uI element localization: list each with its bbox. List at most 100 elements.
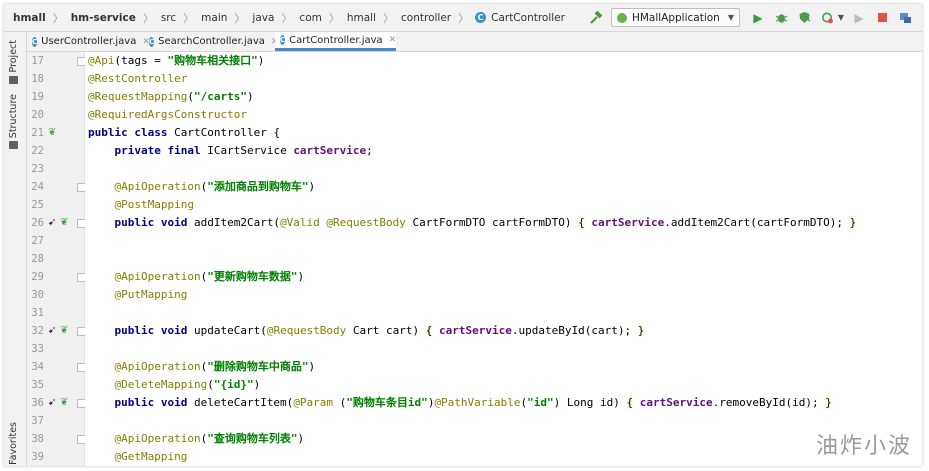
- code-text: ) Long id): [553, 396, 627, 409]
- run-configuration-select[interactable]: HMallApplication ▼: [610, 8, 740, 27]
- left-tool-strip: Project Structure Favorites ★: [4, 32, 27, 466]
- class-icon: C: [280, 35, 286, 45]
- line-number: 20: [31, 109, 44, 121]
- project-tool-label: Project: [8, 40, 19, 73]
- coverage-icon[interactable]: [795, 9, 813, 27]
- brace: }: [849, 216, 857, 229]
- code-line: @PostMapping: [88, 198, 194, 211]
- annotation: @Valid @RequestBody: [280, 216, 406, 229]
- code-text: deleteCartItem(: [187, 396, 294, 409]
- spring-bean-icon[interactable]: ❦: [60, 394, 68, 412]
- tab-search-controller[interactable]: C SearchController.java ✕: [144, 32, 278, 51]
- code-line: @GetMapping: [88, 450, 188, 463]
- code-line: public void updateCart(@RequestBody Cart…: [88, 322, 645, 340]
- line-number: 17: [31, 55, 44, 67]
- navigation-bar: hmall 〉 hm-service 〉 src 〉 main 〉 java 〉…: [4, 4, 922, 32]
- breadcrumb-class[interactable]: CartController: [490, 12, 566, 24]
- breadcrumb-hmall[interactable]: hmall: [346, 12, 377, 24]
- breadcrumb-controller[interactable]: controller: [400, 12, 452, 24]
- chevron-down-icon[interactable]: ▼: [837, 9, 845, 27]
- line-number: 27: [31, 235, 44, 247]
- line-number: 26: [31, 217, 44, 229]
- breadcrumb-project[interactable]: hmall: [12, 12, 47, 24]
- line-number: 32: [31, 325, 44, 337]
- code-text: .addItem2Cart(cartFormDTO);: [664, 216, 850, 229]
- string-literal: "/carts": [193, 90, 247, 103]
- breadcrumb-separator: 〉: [183, 11, 195, 25]
- line-number: 35: [31, 379, 44, 391]
- string-literal: "添加商品到购物车": [207, 180, 309, 193]
- class-icon: C: [32, 36, 38, 47]
- breadcrumb-java[interactable]: java: [251, 12, 275, 24]
- project-structure-icon[interactable]: [896, 9, 914, 27]
- breadcrumb-separator: 〉: [142, 11, 154, 25]
- structure-icon: [9, 141, 18, 150]
- brace: }: [825, 396, 832, 409]
- line-number: 23: [31, 163, 44, 175]
- run-icon[interactable]: ▶: [749, 9, 767, 27]
- breadcrumb-module[interactable]: hm-service: [70, 12, 137, 24]
- string-literal: "{id}": [213, 378, 254, 391]
- editor-tabs: C UserController.java ✕ C SearchControll…: [27, 32, 922, 52]
- line-number: 34: [31, 361, 44, 373]
- spring-bean-icon[interactable]: ❦: [60, 322, 68, 340]
- line-number: 28: [31, 253, 44, 265]
- breadcrumb-com[interactable]: com: [298, 12, 322, 24]
- string-literal: "id": [527, 396, 554, 409]
- line-number: 19: [31, 91, 44, 103]
- string-literal: "购物车相关接口": [167, 54, 258, 67]
- field-reference: cartService: [639, 396, 713, 409]
- code-line: @RequiredArgsConstructor: [88, 108, 247, 121]
- keyword: public class: [88, 126, 168, 139]
- breadcrumb-separator: 〉: [52, 11, 64, 25]
- line-number: 29: [31, 271, 44, 283]
- watermark: 油炸小波: [815, 434, 912, 459]
- stop-icon[interactable]: [873, 9, 891, 27]
- annotation: @ApiOperation: [88, 270, 201, 283]
- breadcrumb-separator: 〉: [234, 11, 246, 25]
- string-literal: "删除购物车中商品": [207, 360, 309, 373]
- run-config-label: HMallApplication: [631, 11, 720, 24]
- code-text: ): [308, 360, 316, 373]
- code-text: CartFormDTO cartFormDTO): [405, 216, 579, 229]
- favorites-tool-button[interactable]: Favorites ★: [8, 422, 19, 466]
- spring-bean-icon[interactable]: ❦: [48, 124, 56, 142]
- debug-icon[interactable]: [772, 9, 790, 27]
- breadcrumb-main[interactable]: main: [200, 12, 228, 24]
- breadcrumb-src[interactable]: src: [160, 12, 177, 24]
- toolbar: HMallApplication ▼ ▶ ▼ ▶: [582, 4, 914, 31]
- code-text: (tags =: [114, 54, 168, 67]
- code-line: @DeleteMapping("{id}"): [88, 376, 260, 394]
- line-number: 18: [31, 73, 44, 85]
- profile-icon[interactable]: [818, 9, 836, 27]
- breadcrumb-separator: 〉: [458, 11, 470, 25]
- code-text: ): [308, 180, 316, 193]
- tab-label: UserController.java: [41, 36, 137, 47]
- tab-cart-controller[interactable]: C CartController.java ✕: [275, 32, 396, 51]
- code-line: @RestController: [88, 72, 188, 85]
- http-request-icon[interactable]: ➹: [48, 214, 56, 232]
- structure-tool-button[interactable]: Structure: [8, 94, 19, 150]
- annotation: @PathVariable: [434, 396, 521, 409]
- code-line: @ApiOperation("查询购物车列表"): [88, 430, 304, 448]
- code-line: @PutMapping: [88, 288, 188, 301]
- line-number: 24: [31, 181, 44, 193]
- hammer-build-icon[interactable]: [587, 9, 605, 27]
- code-text: (: [207, 378, 214, 391]
- line-number: 30: [31, 289, 44, 301]
- run-disabled-icon[interactable]: ▶: [850, 9, 868, 27]
- code-line: private final ICartService cartService;: [88, 142, 372, 160]
- project-tool-button[interactable]: Project: [8, 40, 19, 84]
- run-config-icon: [616, 12, 627, 23]
- field-reference: cartService: [439, 324, 512, 337]
- code-text: .removeById(id);: [712, 396, 826, 409]
- close-icon[interactable]: ✕: [389, 35, 397, 45]
- tab-label: SearchController.java: [158, 36, 265, 47]
- spring-bean-icon[interactable]: ❦: [60, 214, 68, 232]
- code-editor[interactable]: @Api(tags = "购物车相关接口") @RestController @…: [85, 52, 922, 466]
- annotation: @DeleteMapping: [88, 378, 208, 391]
- http-request-icon[interactable]: ➹: [48, 322, 56, 340]
- tab-user-controller[interactable]: C UserController.java ✕: [27, 32, 150, 51]
- http-request-icon[interactable]: ➹: [48, 394, 56, 412]
- code-text: ): [297, 432, 305, 445]
